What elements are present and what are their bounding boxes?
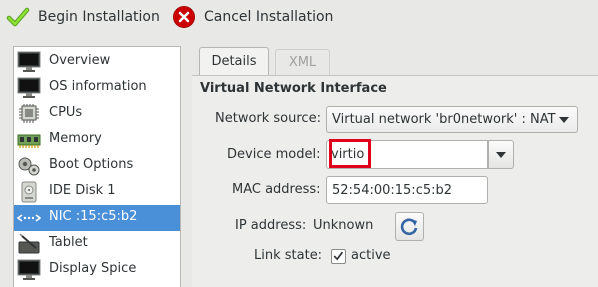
begin-installation-label: Begin Installation <box>38 8 160 25</box>
cancel-icon <box>173 5 195 28</box>
ip-address-value: Unknown <box>313 218 374 233</box>
tab-details[interactable]: Details <box>199 47 269 75</box>
device-model-dropdown-button[interactable] <box>488 140 514 169</box>
sidebar-item-memory[interactable]: Memory <box>14 127 180 153</box>
chevron-down-icon <box>559 117 569 123</box>
ip-address-label: IP address: <box>235 218 307 233</box>
mac-address-value: 52:54:00:15:c5:b2 <box>332 183 453 198</box>
link-state-value: active <box>351 248 391 263</box>
highlight-box <box>329 139 371 168</box>
tab-xml[interactable]: XML <box>275 49 330 75</box>
section-title: Virtual Network Interface <box>200 81 387 96</box>
monitor-icon <box>17 51 41 72</box>
sidebar-item-label: Boot Options <box>49 157 134 172</box>
link-state-checkbox[interactable] <box>331 249 346 264</box>
network-source-label: Network source: <box>215 111 321 126</box>
mac-address-field[interactable]: 52:54:00:15:c5:b2 <box>326 176 488 204</box>
mac-address-label: MAC address: <box>232 182 321 197</box>
sidebar-item-label: CPUs <box>49 105 83 120</box>
tablet-icon <box>18 233 40 254</box>
cpu-icon <box>19 104 39 123</box>
sidebar-item-label: Tablet <box>49 235 88 250</box>
hardware-list: Overview OS information CPUs Memory Boot… <box>13 46 181 287</box>
device-model-label: Device model: <box>227 147 321 162</box>
monitor-icon <box>17 77 41 98</box>
sidebar-item-label: Overview <box>49 53 111 68</box>
sidebar-item-label: OS information <box>49 79 147 94</box>
sidebar-item-overview[interactable]: Overview <box>14 49 180 75</box>
disk-icon <box>21 181 37 203</box>
network-source-value: Virtual network 'br0network' : NAT <box>332 112 556 127</box>
sidebar-item-label: Memory <box>49 131 102 146</box>
refresh-ip-button[interactable] <box>395 212 424 241</box>
begin-installation-button[interactable]: Begin Installation <box>6 0 160 33</box>
network-source-dropdown[interactable]: Virtual network 'br0network' : NAT <box>326 106 578 133</box>
sidebar-item-nic[interactable]: NIC :15:c5:b2 <box>14 205 180 231</box>
sidebar-item-display-spice[interactable]: Display Spice <box>14 257 180 283</box>
sidebar-item-label: Display Spice <box>49 261 137 276</box>
sidebar-item-tablet[interactable]: Tablet <box>14 231 180 257</box>
sidebar-item-os-information[interactable]: OS information <box>14 75 180 101</box>
sidebar-item-label: IDE Disk 1 <box>49 183 116 198</box>
cancel-installation-label: Cancel Installation <box>204 8 334 25</box>
cancel-installation-button[interactable]: Cancel Installation <box>172 0 333 33</box>
sidebar-item-ide-disk-1[interactable]: IDE Disk 1 <box>14 179 180 205</box>
toolbar: Begin Installation Cancel Installation <box>0 0 598 33</box>
sidebar-item-cpus[interactable]: CPUs <box>14 101 180 127</box>
sidebar-item-boot-options[interactable]: Boot Options <box>14 153 180 179</box>
sidebar-item-label: NIC :15:c5:b2 <box>49 209 138 224</box>
checkmark-icon <box>6 7 30 26</box>
monitor-icon <box>17 259 41 280</box>
gears-icon <box>18 157 40 176</box>
memory-icon <box>17 134 41 148</box>
chevron-down-icon <box>496 152 506 158</box>
link-state-label: Link state: <box>254 248 323 263</box>
network-icon <box>17 214 41 222</box>
refresh-icon <box>400 218 418 236</box>
checkmark-icon <box>333 251 344 261</box>
